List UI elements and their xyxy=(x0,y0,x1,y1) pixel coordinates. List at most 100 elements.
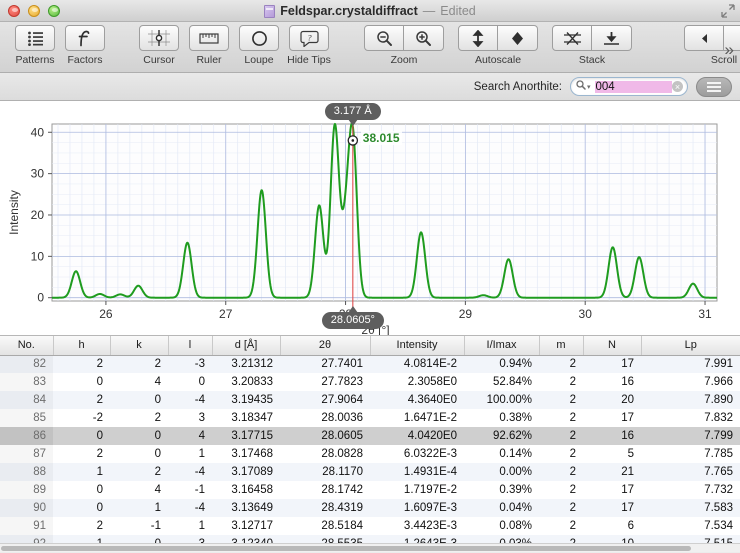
table-row[interactable]: 8904-13.1645828.17421.7197E-20.39%2177.7… xyxy=(0,481,740,499)
svg-text:30: 30 xyxy=(31,167,45,181)
arrow-left-icon[interactable] xyxy=(684,25,724,51)
cell-intensity: 1.7197E-2 xyxy=(370,481,464,499)
toolbar-item-patterns[interactable]: Patterns xyxy=(10,25,60,66)
stack-merge-icon[interactable] xyxy=(552,25,592,51)
expand-icon[interactable] xyxy=(721,4,735,18)
column-header-l[interactable]: l xyxy=(168,336,212,355)
cell-i_imax: 0.39% xyxy=(464,481,539,499)
column-header-n[interactable]: N xyxy=(583,336,641,355)
stack-collapse-icon[interactable] xyxy=(592,25,632,51)
cell-two_theta: 28.4319 xyxy=(280,499,370,517)
toolbar-item-factors[interactable]: Factors xyxy=(60,25,110,66)
speech-bubble-question-icon[interactable]: ? xyxy=(289,25,329,51)
zoom-out-icon[interactable] xyxy=(364,25,404,51)
close-button[interactable] xyxy=(8,5,20,17)
cell-two_theta: 27.7401 xyxy=(280,355,370,373)
cell-h: 2 xyxy=(53,391,110,409)
cell-n: 6 xyxy=(583,517,641,535)
cell-h: 2 xyxy=(53,355,110,373)
svg-text:Intensity: Intensity xyxy=(7,190,21,235)
table-row[interactable]: 830403.2083327.78232.3058E052.84%2167.96… xyxy=(0,373,740,391)
vertical-arrows-icon[interactable] xyxy=(458,25,498,51)
cell-no: 90 xyxy=(0,499,53,517)
column-header-no[interactable]: No. xyxy=(0,336,53,355)
cell-n: 16 xyxy=(583,373,641,391)
loupe-circle-icon[interactable] xyxy=(239,25,279,51)
cell-i_imax: 92.62% xyxy=(464,427,539,445)
cell-k: 4 xyxy=(110,481,168,499)
table-row[interactable]: 912-113.1271728.51843.4423E-30.08%267.53… xyxy=(0,517,740,535)
diffraction-chart[interactable]: 262728293031010203040Intensity2θ [°] 3.1… xyxy=(0,101,740,336)
toolbar-item-cursor[interactable]: Cursor xyxy=(134,25,184,66)
scrollbar-thumb[interactable] xyxy=(1,546,691,551)
column-header-two-theta[interactable]: 2θ xyxy=(280,336,370,355)
cell-intensity: 4.0814E-2 xyxy=(370,355,464,373)
cell-n: 16 xyxy=(583,427,641,445)
minimize-button[interactable] xyxy=(28,5,40,17)
column-header-lp[interactable]: Lp xyxy=(641,336,740,355)
cell-d: 3.17468 xyxy=(212,445,280,463)
table-row[interactable]: 8812-43.1708928.11701.4931E-40.00%2217.7… xyxy=(0,463,740,481)
table-row[interactable]: 872013.1746828.08286.0322E-30.14%257.785 xyxy=(0,445,740,463)
cell-intensity: 3.4423E-3 xyxy=(370,517,464,535)
double-chevron-right-icon[interactable]: » xyxy=(725,40,734,60)
list-view-icon[interactable] xyxy=(696,77,732,97)
list-icon[interactable] xyxy=(15,25,55,51)
column-header-m[interactable]: m xyxy=(539,336,583,355)
toolbar-item-loupe[interactable]: Loupe xyxy=(234,25,284,66)
toolbar-item-ruler[interactable]: Ruler xyxy=(184,25,234,66)
toolbar-label-zoom: Zoom xyxy=(391,54,418,66)
cell-k: -1 xyxy=(110,517,168,535)
italic-f-icon[interactable] xyxy=(65,25,105,51)
ruler-icon[interactable] xyxy=(189,25,229,51)
svg-text:29: 29 xyxy=(459,307,473,321)
cell-d: 3.17089 xyxy=(212,463,280,481)
cell-lp: 7.966 xyxy=(641,373,740,391)
chevron-down-icon[interactable]: ▾ xyxy=(587,83,591,91)
cell-h: 0 xyxy=(53,481,110,499)
table-row[interactable]: 9001-43.1364928.43191.6097E-30.04%2177.5… xyxy=(0,499,740,517)
cell-d: 3.12717 xyxy=(212,517,280,535)
svg-text:?: ? xyxy=(307,32,312,42)
column-header-intensity[interactable]: Intensity xyxy=(370,336,464,355)
cell-two_theta: 28.1742 xyxy=(280,481,370,499)
column-header-i-imax[interactable]: I/Imax xyxy=(464,336,539,355)
search-bar: Search Anorthite: ▾ 004 × xyxy=(0,73,740,101)
zoom-in-icon[interactable] xyxy=(404,25,444,51)
cell-k: 0 xyxy=(110,445,168,463)
toolbar-item-hide-tips[interactable]: ? Hide Tips xyxy=(284,25,334,66)
cell-h: 0 xyxy=(53,427,110,445)
crosshair-cursor-icon[interactable] xyxy=(139,25,179,51)
table-row[interactable]: 85-2233.1834728.00361.6471E-20.38%2177.8… xyxy=(0,409,740,427)
page-title: Feldspar.crystaldiffract xyxy=(280,4,418,18)
search-value[interactable]: 004 xyxy=(595,81,672,93)
toolbar-label-autoscale: Autoscale xyxy=(475,54,521,66)
cell-d: 3.17715 xyxy=(212,427,280,445)
table-row[interactable]: 8222-33.2131227.74014.0814E-20.94%2177.9… xyxy=(0,355,740,373)
cursor-value-label: 38.015 xyxy=(361,131,402,145)
toolbar-group-zoom: Zoom xyxy=(364,25,444,66)
title-center: Feldspar.crystaldiffract — Edited xyxy=(0,0,740,22)
table-row[interactable]: 860043.1771528.06054.0420E092.62%2167.79… xyxy=(0,427,740,445)
zoom-button[interactable] xyxy=(48,5,60,17)
column-header-h[interactable]: h xyxy=(53,336,110,355)
cell-two_theta: 27.7823 xyxy=(280,373,370,391)
cell-d: 3.16458 xyxy=(212,481,280,499)
clear-icon[interactable]: × xyxy=(672,81,683,92)
reflections-table[interactable]: No. h k l d [Å] 2θ Intensity I/Imax m N … xyxy=(0,336,740,552)
cell-i_imax: 52.84% xyxy=(464,373,539,391)
column-header-d[interactable]: d [Å] xyxy=(212,336,280,355)
cell-two_theta: 27.9064 xyxy=(280,391,370,409)
title-bar: Feldspar.crystaldiffract — Edited xyxy=(0,0,740,22)
cell-lp: 7.799 xyxy=(641,427,740,445)
cell-intensity: 1.6097E-3 xyxy=(370,499,464,517)
cell-d: 3.20833 xyxy=(212,373,280,391)
column-header-k[interactable]: k xyxy=(110,336,168,355)
search-input[interactable]: ▾ 004 × xyxy=(570,77,688,96)
horizontal-scrollbar[interactable] xyxy=(0,543,740,552)
cell-lp: 7.832 xyxy=(641,409,740,427)
table-row[interactable]: 8420-43.1943527.90644.3640E0100.00%2207.… xyxy=(0,391,740,409)
toolbar-group-autoscale: Autoscale xyxy=(458,25,538,66)
diamond-icon[interactable] xyxy=(498,25,538,51)
cell-n: 17 xyxy=(583,499,641,517)
